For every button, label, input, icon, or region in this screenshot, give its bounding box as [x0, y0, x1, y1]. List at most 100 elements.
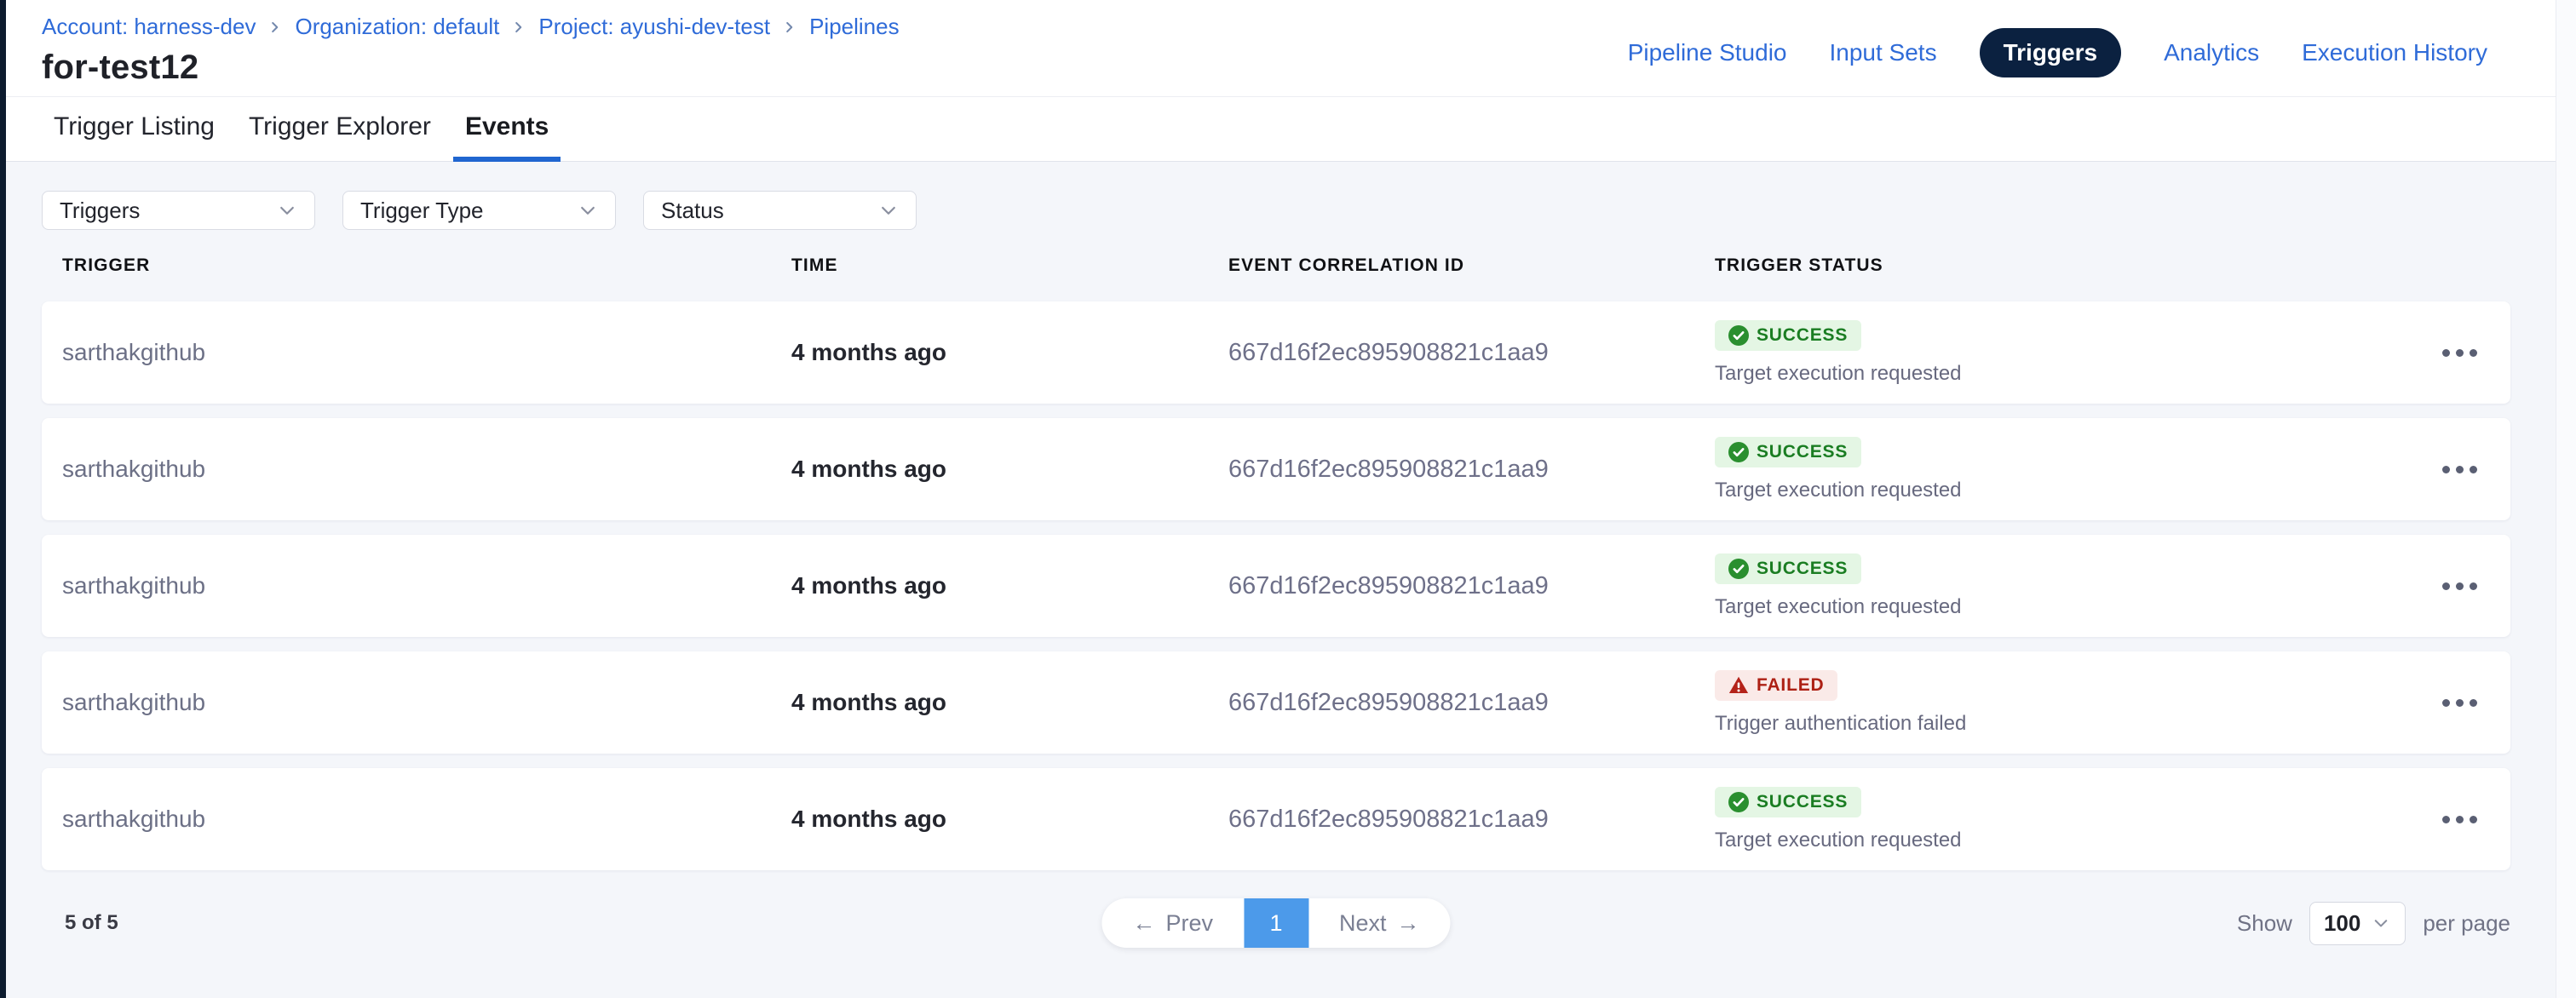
check-circle-icon [1728, 325, 1749, 346]
breadcrumb: Account: harness-dev Organization: defau… [42, 14, 900, 40]
chevron-right-icon [267, 20, 283, 35]
column-header-trigger: Trigger [62, 255, 791, 276]
tab-events[interactable]: Events [453, 97, 561, 162]
prev-label: Prev [1165, 910, 1213, 937]
main-area: Account: harness-dev Organization: defau… [6, 0, 2576, 998]
status-badge-label: SUCCESS [1757, 442, 1848, 462]
table-row: sarthakgithub 4 months ago 667d16f2ec895… [42, 768, 2510, 870]
current-page-button[interactable]: 1 [1244, 898, 1308, 948]
event-correlation-id: 667d16f2ec895908821c1aa9 [1228, 456, 1715, 484]
nav-execution-history[interactable]: Execution History [2302, 39, 2487, 66]
table-row: sarthakgithub 4 months ago 667d16f2ec895… [42, 301, 2510, 404]
pagination-bar: 5 of 5 ← Prev 1 Next → Show 100 [42, 898, 2510, 949]
status-badge-label: SUCCESS [1757, 325, 1848, 346]
column-header-time: Time [791, 255, 1228, 276]
status-badge: SUCCESS [1715, 553, 1861, 584]
table-row: sarthakgithub 4 months ago 667d16f2ec895… [42, 651, 2510, 754]
status-detail: Target execution requested [1715, 595, 1962, 619]
row-more-options-icon[interactable] [2430, 454, 2489, 485]
arrow-right-icon: → [1397, 910, 1420, 937]
status-badge: SUCCESS [1715, 437, 1861, 467]
trigger-status-cell: SUCCESS Target execution requested [1715, 320, 2408, 386]
tab-trigger-explorer[interactable]: Trigger Explorer [237, 97, 443, 162]
page-header: Account: harness-dev Organization: defau… [6, 0, 2576, 97]
status-detail: Target execution requested [1715, 362, 1962, 386]
results-count: 5 of 5 [65, 911, 118, 935]
status-detail: Target execution requested [1715, 829, 1962, 852]
breadcrumb-organization-link[interactable]: Organization: default [295, 14, 499, 40]
event-time: 4 months ago [791, 456, 1228, 483]
row-more-options-icon[interactable] [2430, 804, 2489, 835]
breadcrumb-account-link[interactable]: Account: harness-dev [42, 14, 256, 40]
status-detail: Trigger authentication failed [1715, 712, 1966, 736]
table-row: sarthakgithub 4 months ago 667d16f2ec895… [42, 418, 2510, 520]
header-left: Account: harness-dev Organization: defau… [42, 14, 900, 96]
chevron-down-icon [878, 200, 899, 221]
event-correlation-id: 667d16f2ec895908821c1aa9 [1228, 339, 1715, 367]
event-time: 4 months ago [791, 572, 1228, 599]
page-scrollbar[interactable] [2556, 0, 2576, 998]
status-badge-label: SUCCESS [1757, 559, 1848, 579]
status-badge-label: FAILED [1757, 675, 1824, 696]
triggers-filter-dropdown[interactable]: Triggers [42, 191, 315, 230]
trigger-type-filter-dropdown[interactable]: Trigger Type [342, 191, 616, 230]
page-size-control: Show 100 per page [2237, 902, 2510, 945]
trigger-status-cell: SUCCESS Target execution requested [1715, 437, 2408, 502]
trigger-status-cell: SUCCESS Target execution requested [1715, 787, 2408, 852]
table-row: sarthakgithub 4 months ago 667d16f2ec895… [42, 535, 2510, 637]
trigger-name: sarthakgithub [62, 456, 791, 483]
nav-analytics[interactable]: Analytics [2164, 39, 2259, 66]
trigger-status-cell: SUCCESS Target execution requested [1715, 553, 2408, 619]
warning-triangle-icon [1728, 675, 1749, 696]
nav-pipeline-studio[interactable]: Pipeline Studio [1628, 39, 1787, 66]
next-label: Next [1339, 910, 1387, 937]
event-time: 4 months ago [791, 339, 1228, 366]
status-badge: SUCCESS [1715, 320, 1861, 351]
tab-bar: Trigger Listing Trigger Explorer Events [6, 97, 2576, 162]
trigger-name: sarthakgithub [62, 572, 791, 599]
event-correlation-id: 667d16f2ec895908821c1aa9 [1228, 572, 1715, 600]
chevron-down-icon [578, 200, 598, 221]
status-badge: SUCCESS [1715, 787, 1861, 817]
collapsed-sidebar-edge [0, 0, 6, 998]
trigger-name: sarthakgithub [62, 689, 791, 716]
filter-label: Triggers [60, 198, 140, 224]
tab-trigger-listing[interactable]: Trigger Listing [42, 97, 227, 162]
chevron-down-icon [2371, 914, 2391, 932]
prev-page-button[interactable]: ← Prev [1101, 898, 1244, 948]
row-more-options-icon[interactable] [2430, 687, 2489, 719]
filter-label: Status [661, 198, 724, 224]
trigger-name: sarthakgithub [62, 806, 791, 833]
per-page-label: per page [2423, 910, 2510, 937]
breadcrumb-pipelines-link[interactable]: Pipelines [809, 14, 900, 40]
breadcrumb-project-link[interactable]: Project: ayushi-dev-test [538, 14, 770, 40]
row-more-options-icon[interactable] [2430, 337, 2489, 369]
next-page-button[interactable]: Next → [1308, 898, 1451, 948]
filter-label: Trigger Type [360, 198, 484, 224]
column-header-trigger-status: Trigger Status [1715, 255, 2408, 276]
arrow-left-icon: ← [1132, 910, 1155, 937]
page-size-select[interactable]: 100 [2309, 902, 2406, 945]
page-title: for-test12 [42, 49, 900, 87]
filters-row: Triggers Trigger Type Status [42, 191, 2510, 230]
check-circle-icon [1728, 442, 1749, 462]
event-time: 4 months ago [791, 806, 1228, 833]
chevron-down-icon [277, 200, 297, 221]
column-header-event-correlation-id: Event Correlation ID [1228, 255, 1715, 276]
trigger-status-cell: FAILED Trigger authentication failed [1715, 670, 2408, 736]
trigger-name: sarthakgithub [62, 339, 791, 366]
page-size-value: 100 [2324, 910, 2360, 937]
check-circle-icon [1728, 792, 1749, 812]
status-filter-dropdown[interactable]: Status [643, 191, 917, 230]
check-circle-icon [1728, 559, 1749, 579]
event-correlation-id: 667d16f2ec895908821c1aa9 [1228, 806, 1715, 834]
status-badge-label: SUCCESS [1757, 792, 1848, 812]
nav-triggers[interactable]: Triggers [1980, 28, 2121, 77]
status-detail: Target execution requested [1715, 479, 1962, 502]
nav-input-sets[interactable]: Input Sets [1830, 39, 1937, 66]
app-root: Account: harness-dev Organization: defau… [0, 0, 2576, 998]
row-more-options-icon[interactable] [2430, 571, 2489, 602]
pager: ← Prev 1 Next → [1101, 898, 1450, 948]
status-badge: FAILED [1715, 670, 1837, 701]
event-correlation-id: 667d16f2ec895908821c1aa9 [1228, 689, 1715, 717]
